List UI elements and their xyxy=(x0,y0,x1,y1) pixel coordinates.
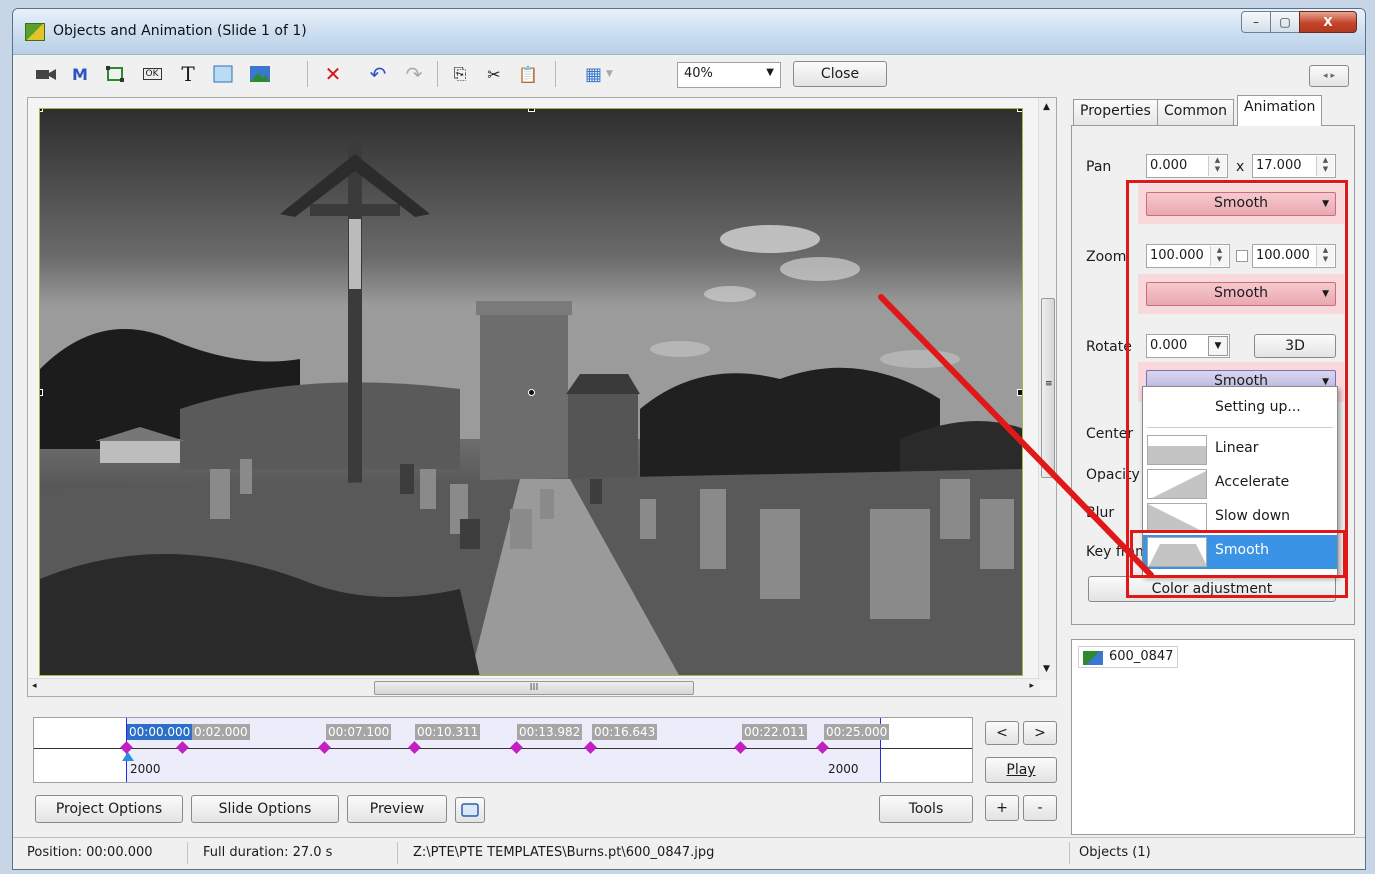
zoom-value: 40% xyxy=(684,66,713,81)
status-duration: Full duration: 27.0 s xyxy=(203,845,333,860)
add-keyframe-button[interactable]: + xyxy=(985,795,1019,821)
preview-button[interactable]: Preview xyxy=(347,795,447,823)
maximize-button[interactable]: ▢ xyxy=(1270,11,1300,33)
playhead-icon[interactable] xyxy=(122,752,134,761)
status-path: Z:\PTE\PTE TEMPLATES\Burns.pt\600_0847.j… xyxy=(413,845,715,860)
tab-properties[interactable]: Properties xyxy=(1073,99,1158,125)
keyframe-time-label[interactable]: 00:16.643 xyxy=(592,724,658,740)
status-divider xyxy=(1069,842,1070,864)
arrow-right-icon: ▸ xyxy=(1330,71,1335,81)
horizontal-scrollbar[interactable]: ◂ III ▸ xyxy=(28,678,1040,696)
panel-nav-arrows[interactable]: ◂ ▸ xyxy=(1309,65,1349,87)
scroll-down-icon[interactable]: ▼ xyxy=(1043,664,1050,674)
keyframe-time-label[interactable]: 00:00.000 xyxy=(127,724,193,740)
annotation-box xyxy=(1130,530,1346,578)
toolbar-separator xyxy=(555,61,556,87)
cut-icon[interactable]: ✂ xyxy=(483,63,505,85)
next-keyframe-button[interactable]: > xyxy=(1023,721,1057,745)
spinner-icon[interactable]: ▲ ▼ xyxy=(1208,156,1226,176)
minimize-button[interactable]: – xyxy=(1241,11,1271,33)
blur-label: Blur xyxy=(1086,505,1115,521)
frame-icon[interactable] xyxy=(103,63,127,85)
status-objects: Objects (1) xyxy=(1079,845,1151,860)
camera-icon[interactable] xyxy=(33,63,59,85)
vertical-scrollbar[interactable]: ▲ ≡ ▼ xyxy=(1038,98,1056,680)
tab-animation[interactable]: Animation xyxy=(1237,95,1323,126)
slide-canvas[interactable]: ▲ ≡ ▼ ◂ III ▸ xyxy=(27,97,1057,697)
resize-handle[interactable] xyxy=(528,109,535,112)
zoom-select[interactable]: 40% ▼ xyxy=(677,62,781,88)
pan-separator: x xyxy=(1236,159,1245,175)
close-window-button[interactable]: X xyxy=(1299,11,1357,33)
slide-image[interactable] xyxy=(39,108,1023,676)
toolbar-separator xyxy=(437,61,438,87)
rectangle-icon[interactable] xyxy=(211,63,235,85)
status-divider xyxy=(397,842,398,864)
app-icon xyxy=(25,23,45,41)
keyframe-time-label[interactable]: 00:10.311 xyxy=(415,724,481,740)
keyframe-time-label[interactable]: 00:25.000 xyxy=(824,724,890,740)
play-button[interactable]: Play xyxy=(985,757,1057,783)
object-item[interactable]: 600_0847 xyxy=(1078,646,1179,668)
timeline-axis xyxy=(34,748,972,749)
resize-handle[interactable] xyxy=(1017,389,1022,396)
center-handle[interactable] xyxy=(528,389,535,396)
animation-tab-body: Pan 0.000 ▲ ▼ x 17.000 ▲ ▼ Smooth ▼ Zoom 100.… xyxy=(1071,125,1355,625)
prev-keyframe-button[interactable]: < xyxy=(985,721,1019,745)
keyframe-time-label[interactable]: 0:02.000 xyxy=(192,724,250,740)
title-bar: Objects and Animation (Slide 1 of 1) – ▢… xyxy=(13,9,1365,55)
window-controls: – ▢ X xyxy=(1241,11,1357,33)
timeline[interactable]: 00:00.000 0:02.000 00:07.100 00:10.311 0… xyxy=(33,717,973,783)
pan-x-input[interactable]: 0.000 ▲ ▼ xyxy=(1146,154,1228,178)
close-button[interactable]: Close xyxy=(793,61,887,87)
transition-end-value: 2000 xyxy=(828,762,859,776)
grid-icon[interactable]: ▦ ▼ xyxy=(579,63,619,85)
scroll-left-icon[interactable]: ◂ xyxy=(32,681,37,691)
pan-y-input[interactable]: 17.000 ▲ ▼ xyxy=(1252,154,1336,178)
properties-panel: Properties Common Animation Pan 0.000 ▲ ▼ … xyxy=(1071,95,1357,835)
window-title: Objects and Animation (Slide 1 of 1) xyxy=(53,23,307,39)
zoom-label: Zoom xyxy=(1086,249,1127,265)
keyframe-time-label[interactable]: 00:22.011 xyxy=(742,724,808,740)
button-icon[interactable]: OK xyxy=(139,63,165,85)
text-icon[interactable]: T xyxy=(177,62,199,86)
transition-start-value: 2000 xyxy=(130,762,161,776)
undo-icon[interactable]: ↶ xyxy=(367,62,389,86)
objects-list: 600_0847 xyxy=(1071,639,1355,835)
status-divider xyxy=(187,842,188,864)
toolbar: M OK T ✕ ↶ ↷ ⎘ ✂ 📋 ▦ ▼ 40% ▼ Close ◂ ▸ xyxy=(13,55,1365,93)
redo-icon[interactable]: ↷ xyxy=(403,62,425,86)
paste-icon[interactable]: 📋 xyxy=(517,63,539,85)
vertical-scroll-thumb[interactable]: ≡ xyxy=(1041,298,1055,478)
toolbar-separator xyxy=(307,61,308,87)
tab-common[interactable]: Common xyxy=(1157,99,1235,125)
mask-icon[interactable]: M xyxy=(69,63,91,85)
slide-options-button[interactable]: Slide Options xyxy=(191,795,339,823)
spinner-icon[interactable]: ▲ ▼ xyxy=(1316,156,1334,176)
rotate-label: Rotate xyxy=(1086,339,1132,355)
tools-button[interactable]: Tools xyxy=(879,795,973,823)
status-bar: Position: 00:00.000 Full duration: 27.0 … xyxy=(13,837,1365,867)
scroll-up-icon[interactable]: ▲ xyxy=(1043,102,1050,112)
scroll-right-icon[interactable]: ▸ xyxy=(1029,681,1034,691)
keyframe-time-label[interactable]: 00:07.100 xyxy=(326,724,392,740)
resize-handle[interactable] xyxy=(40,109,43,112)
keyframe-time-label[interactable]: 00:13.982 xyxy=(517,724,583,740)
resize-handle[interactable] xyxy=(40,389,43,396)
status-position: Position: 00:00.000 xyxy=(27,845,153,860)
chevron-down-icon: ▼ xyxy=(766,67,774,78)
copy-icon[interactable]: ⎘ xyxy=(449,63,471,85)
arrow-left-icon: ◂ xyxy=(1323,71,1328,81)
pan-label: Pan xyxy=(1086,159,1112,175)
project-options-button[interactable]: Project Options xyxy=(35,795,183,823)
image-icon xyxy=(1083,651,1103,665)
resize-handle[interactable] xyxy=(1017,109,1022,112)
remove-keyframe-button[interactable]: - xyxy=(1023,795,1057,821)
main-window: Objects and Animation (Slide 1 of 1) – ▢… xyxy=(12,8,1366,870)
horizontal-scroll-thumb[interactable]: III xyxy=(374,681,694,695)
image-icon[interactable] xyxy=(247,63,273,85)
screen-icon[interactable] xyxy=(455,797,485,823)
delete-icon[interactable]: ✕ xyxy=(321,62,345,86)
